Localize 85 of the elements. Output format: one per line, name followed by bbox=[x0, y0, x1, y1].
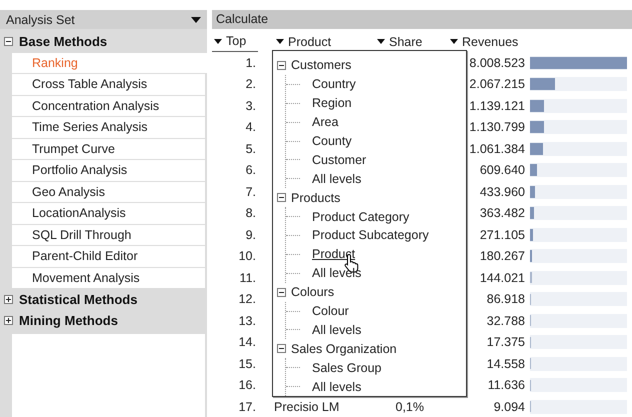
method-item[interactable]: LocationAnalysis bbox=[12, 203, 205, 224]
level-option[interactable]: Region bbox=[312, 96, 352, 110]
level-option[interactable]: Sales Group bbox=[312, 360, 382, 375]
column-header[interactable]: Share bbox=[376, 31, 448, 52]
method-group-header[interactable]: Base Methods bbox=[0, 31, 207, 52]
rank-cell: 13. bbox=[238, 314, 256, 328]
revenue-cell: 11.636 bbox=[488, 378, 525, 392]
revenue-cell: 271.105 bbox=[480, 228, 525, 242]
level-option[interactable]: Product bbox=[312, 247, 356, 262]
rank-cell: 1. bbox=[246, 56, 256, 70]
rank-cell: 12. bbox=[238, 292, 256, 306]
method-item[interactable]: Concentration Analysis bbox=[12, 96, 205, 116]
level-option[interactable]: Area bbox=[312, 115, 338, 130]
rank-cell: 10. bbox=[238, 249, 256, 264]
level-option[interactable]: All levels bbox=[312, 322, 362, 337]
rank-cell: 3. bbox=[246, 98, 256, 113]
column-header[interactable]: Top bbox=[212, 31, 258, 52]
share-cell: 0,1% bbox=[396, 400, 424, 414]
rank-cell: 14. bbox=[238, 335, 256, 350]
revenue-cell: 433.960 bbox=[480, 184, 525, 199]
method-item[interactable]: SQL Drill Through bbox=[12, 224, 205, 245]
method-item[interactable]: Portfolio Analysis bbox=[12, 160, 205, 180]
rank-cell: 6. bbox=[246, 163, 256, 178]
column-header[interactable]: Revenues bbox=[448, 31, 532, 52]
analysis-set-dropdown[interactable]: Analysis Set bbox=[0, 10, 207, 29]
method-group-header[interactable]: Mining Methods bbox=[0, 310, 207, 331]
dimension-group[interactable]: Customers bbox=[291, 58, 352, 72]
dimension-group[interactable]: Colours bbox=[291, 285, 334, 300]
revenue-cell: 1.139.121 bbox=[469, 98, 525, 113]
method-item[interactable]: Parent-Child Editor bbox=[12, 246, 205, 266]
level-option[interactable]: All levels bbox=[312, 172, 362, 186]
method-item[interactable]: Trumpet Curve bbox=[12, 138, 205, 159]
level-option[interactable]: All levels bbox=[312, 380, 362, 394]
revenue-cell: 180.267 bbox=[480, 249, 525, 264]
level-option[interactable]: Country bbox=[312, 77, 356, 92]
rank-cell: 9. bbox=[246, 228, 256, 242]
revenue-cell: 144.021 bbox=[480, 270, 525, 285]
dropdown-arrow-icon bbox=[191, 16, 201, 22]
product-cell: Precisio LM bbox=[274, 400, 340, 414]
revenue-cell: 32.788 bbox=[486, 314, 525, 328]
rank-cell: 17. bbox=[238, 400, 256, 414]
level-option[interactable]: Colour bbox=[312, 304, 349, 318]
sort-arrow-icon bbox=[214, 38, 222, 44]
expand-icon[interactable] bbox=[4, 294, 13, 304]
sort-arrow-icon bbox=[377, 39, 385, 44]
level-option[interactable]: Product Subcategory bbox=[312, 228, 429, 242]
collapse-icon[interactable] bbox=[4, 36, 13, 46]
revenue-cell: 14.558 bbox=[486, 356, 525, 371]
revenue-cell: 1.061.384 bbox=[469, 142, 525, 156]
revenue-cell: 86.918 bbox=[486, 292, 525, 306]
revenue-cell: 8.008.523 bbox=[469, 56, 525, 70]
dimension-group[interactable]: Products bbox=[291, 190, 340, 205]
level-option[interactable]: All levels bbox=[312, 266, 362, 280]
rank-cell: 8. bbox=[246, 206, 256, 220]
method-item[interactable]: Geo Analysis bbox=[12, 182, 205, 202]
rank-cell: 15. bbox=[238, 356, 256, 371]
level-option[interactable]: Customer bbox=[312, 152, 366, 167]
collapse-icon[interactable] bbox=[277, 344, 286, 354]
method-item[interactable]: Time Series Analysis bbox=[12, 117, 205, 138]
expand-icon[interactable] bbox=[4, 316, 13, 326]
level-option[interactable]: Product Category bbox=[312, 210, 410, 224]
method-group-header[interactable]: Statistical Methods bbox=[0, 289, 207, 310]
column-header[interactable]: Product bbox=[258, 31, 376, 52]
collapse-icon[interactable] bbox=[277, 288, 286, 297]
method-item[interactable]: Movement Analysis bbox=[12, 268, 205, 288]
method-item[interactable]: Cross Table Analysis bbox=[12, 74, 205, 94]
rank-cell: 16. bbox=[238, 378, 256, 392]
revenue-cell: 9.094 bbox=[494, 400, 525, 414]
collapse-icon[interactable] bbox=[277, 60, 286, 70]
level-option[interactable]: County bbox=[312, 134, 352, 148]
sort-arrow-icon bbox=[450, 39, 458, 44]
rank-cell: 5. bbox=[246, 142, 256, 156]
revenue-cell: 2.067.215 bbox=[469, 77, 525, 92]
dimension-group[interactable]: Sales Organization bbox=[291, 342, 397, 356]
rank-cell: 7. bbox=[246, 184, 256, 199]
rank-cell: 11. bbox=[240, 270, 256, 285]
revenue-cell: 363.482 bbox=[480, 206, 525, 220]
rank-cell: 4. bbox=[246, 120, 256, 134]
rank-cell: 2. bbox=[246, 77, 256, 92]
revenue-cell: 1.130.799 bbox=[469, 120, 525, 134]
revenue-cell: 609.640 bbox=[480, 163, 525, 178]
collapse-icon[interactable] bbox=[277, 193, 286, 202]
calculate-bar[interactable]: Calculate bbox=[212, 10, 632, 29]
sort-arrow-icon bbox=[276, 39, 284, 44]
revenue-cell: 17.375 bbox=[486, 335, 525, 350]
